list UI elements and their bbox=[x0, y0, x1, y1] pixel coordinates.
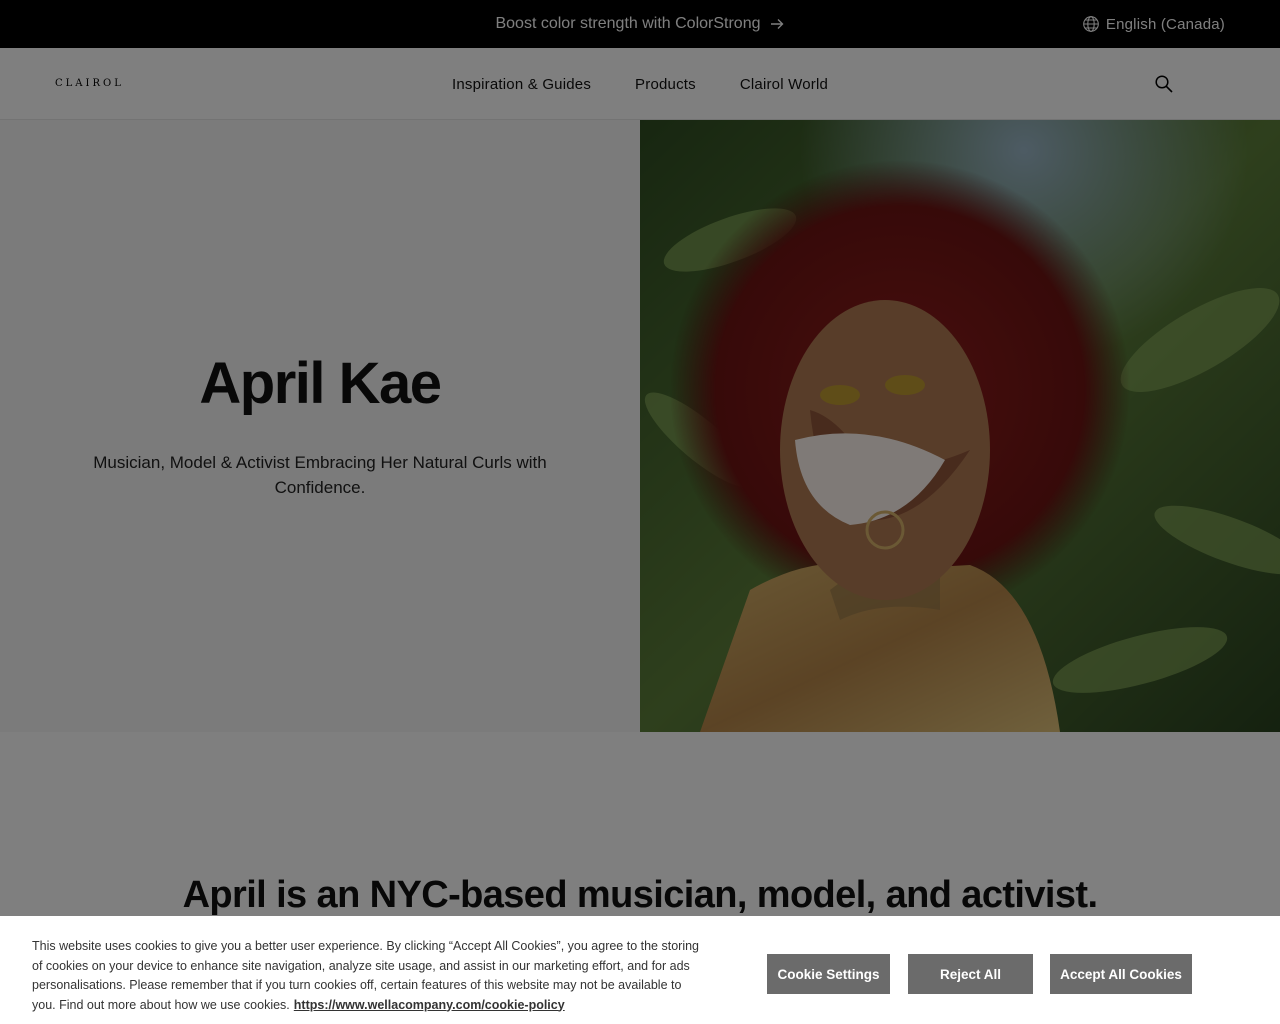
cookie-settings-button[interactable]: Cookie Settings bbox=[767, 954, 890, 994]
cookie-banner: This website uses cookies to give you a … bbox=[0, 916, 1280, 1024]
reject-all-button[interactable]: Reject All bbox=[908, 954, 1033, 994]
cookie-policy-link[interactable]: https://www.wellacompany.com/cookie-poli… bbox=[294, 998, 565, 1012]
accept-all-cookies-button[interactable]: Accept All Cookies bbox=[1050, 954, 1192, 994]
cookie-text-block: This website uses cookies to give you a … bbox=[32, 937, 702, 1015]
cookie-overlay bbox=[0, 0, 1280, 1024]
